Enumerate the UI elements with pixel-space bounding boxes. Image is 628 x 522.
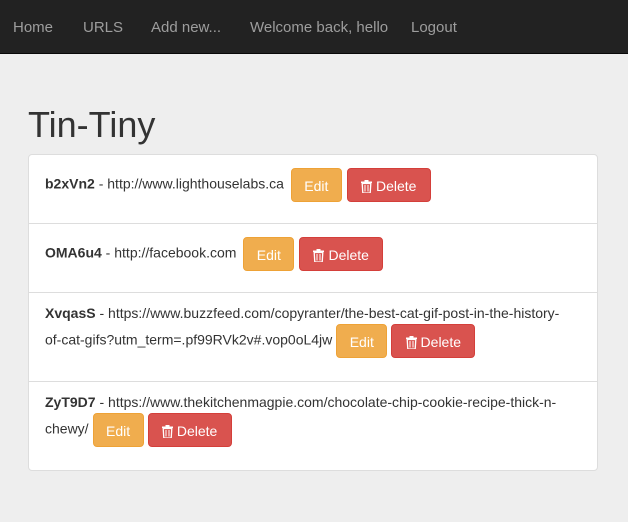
edit-button[interactable]: Edit [290,168,342,202]
long-url-continued: of-cat-gifs?utm_term=.pf99RVk2v#.vop0oL4… [45,331,333,348]
url-entry-line2: of-cat-gifs?utm_term=.pf99RVk2v#.vop0oL4… [45,324,581,358]
delete-label: Delete [375,178,417,194]
delete-button[interactable]: Delete [391,324,476,358]
trash-icon [161,425,173,438]
delete-label: Delete [176,423,218,439]
short-code: OMA6u4 [45,244,102,261]
top-navbar: Home URLS Add new... Welcome back, hello… [0,0,628,54]
long-url: https://www.buzzfeed.com/copyranter/the-… [108,305,560,321]
trash-icon [360,180,372,193]
trash-icon [313,249,325,262]
url-entry-text: OMA6u4 - http://facebook.com [45,245,236,261]
delete-button[interactable]: Delete [346,168,431,202]
url-list-item: XvqasS - https://www.buzzfeed.com/copyra… [29,293,597,382]
edit-button[interactable]: Edit [243,237,295,271]
delete-label: Delete [420,334,462,350]
url-entry-line1: XvqasS - https://www.buzzfeed.com/copyra… [45,303,581,324]
url-list-item: OMA6u4 - http://facebook.com Edit Delete [29,224,597,293]
short-code: ZyT9D7 [45,394,96,410]
edit-button[interactable]: Edit [336,324,388,358]
url-list-item: b2xVn2 - http://www.lighthouselabs.ca Ed… [29,155,597,224]
short-code: b2xVn2 [45,175,95,192]
separator: - [94,175,108,192]
delete-button[interactable]: Delete [147,413,232,447]
nav-urls-link[interactable]: URLS [83,19,123,37]
separator: - [101,244,115,261]
url-entry-line1: ZyT9D7 - https://www.thekitchenmagpie.co… [45,392,581,413]
separator: - [95,394,109,410]
long-url: http://facebook.com [114,244,237,261]
nav-home-link[interactable]: Home [13,19,53,37]
nav-welcome-link[interactable]: Welcome back, hello [250,19,388,37]
long-url: http://www.lighthouselabs.ca [107,175,284,192]
delete-button[interactable]: Delete [299,237,384,271]
url-list: b2xVn2 - http://www.lighthouselabs.ca Ed… [28,154,598,471]
page-title: Tin-Tiny [28,104,156,145]
url-entry-text: b2xVn2 - http://www.lighthouselabs.ca [45,176,284,192]
url-entry-line2: chewy/Edit Delete [45,413,581,447]
long-url-continued: chewy/ [45,420,89,437]
separator: - [95,305,109,321]
delete-label: Delete [328,247,369,263]
edit-button[interactable]: Edit [92,413,144,447]
trash-icon [405,336,417,349]
url-list-item: ZyT9D7 - https://www.thekitchenmagpie.co… [29,382,597,470]
nav-add-new-link[interactable]: Add new... [151,19,221,37]
nav-logout-link[interactable]: Logout [411,19,457,37]
short-code: XvqasS [45,305,96,321]
long-url: https://www.thekitchenmagpie.com/chocola… [108,394,557,410]
